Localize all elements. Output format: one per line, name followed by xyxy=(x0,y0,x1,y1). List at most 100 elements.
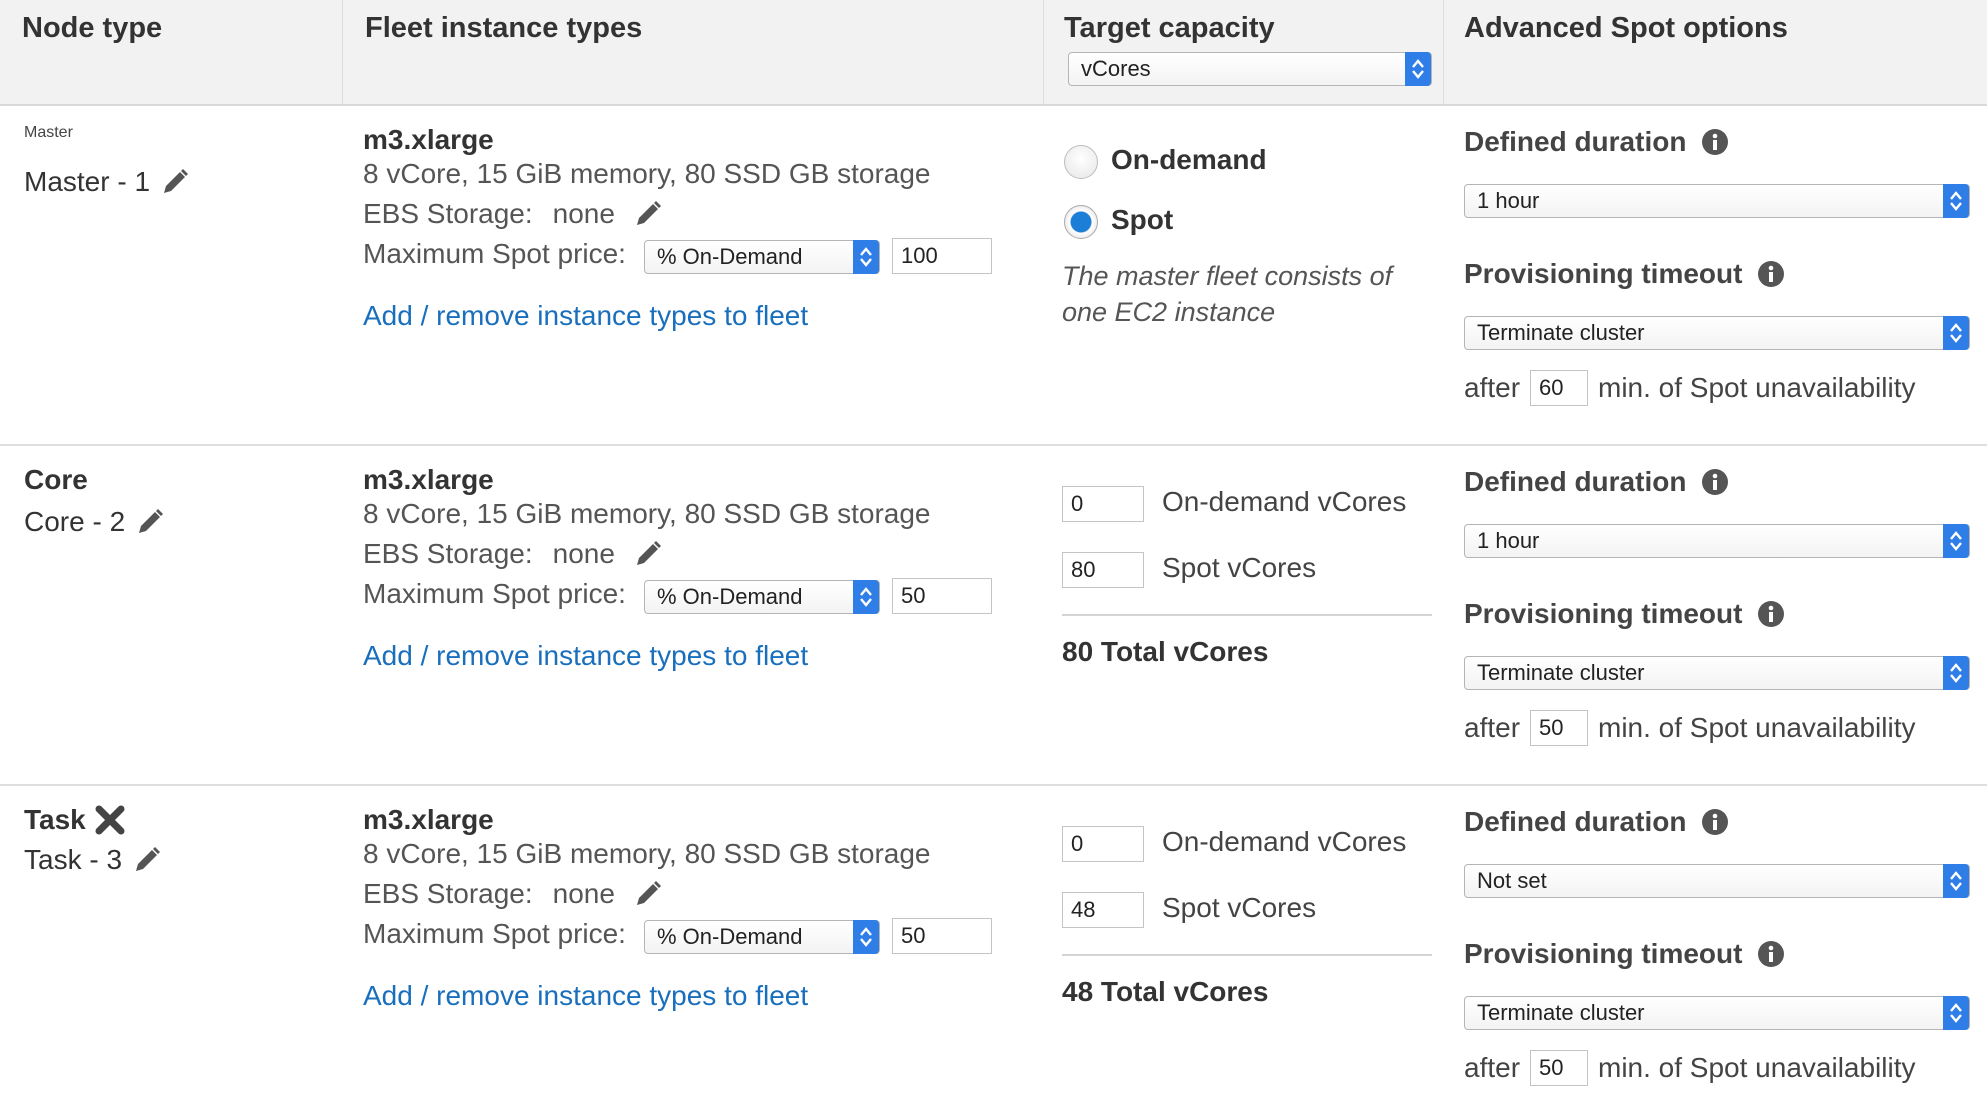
instance-specs: 8 vCore, 15 GiB memory, 80 SSD GB storag… xyxy=(363,158,931,189)
defined-duration-label: Defined duration xyxy=(1464,466,1687,497)
spot-price-mode-value: % On-Demand xyxy=(657,244,803,269)
spot-price-input[interactable]: 100 xyxy=(892,238,992,274)
after-minutes-input[interactable]: 50 xyxy=(1530,1050,1588,1086)
spot-price-mode-select[interactable]: % On-Demand xyxy=(644,240,880,274)
info-icon[interactable] xyxy=(1758,261,1785,287)
node-title: Task xyxy=(24,804,126,836)
header-advanced-spot-label: Advanced Spot options xyxy=(1464,12,1788,44)
node-subtitle: Task - 3 xyxy=(24,844,162,876)
on-demand-vcores-label: On-demand vCores xyxy=(1162,826,1407,857)
after-minutes-input[interactable]: 50 xyxy=(1530,710,1588,746)
ebs-value: none xyxy=(552,198,615,229)
ebs-storage: EBS Storage: none xyxy=(363,538,663,570)
spot-vcores-label: Spot vCores xyxy=(1162,892,1317,923)
on-demand-vcores-input[interactable]: 0 xyxy=(1062,826,1144,862)
timeout-action-value: Terminate cluster xyxy=(1477,660,1645,685)
timeout-action-value: Terminate cluster xyxy=(1477,1000,1645,1025)
spot-price-mode-value: % On-Demand xyxy=(657,584,803,609)
ebs-value: none xyxy=(552,878,615,909)
max-spot-price-label: Maximum Spot price: xyxy=(363,578,626,609)
add-remove-instance-types-link[interactable]: Add / remove instance types to fleet xyxy=(363,300,808,332)
pencil-icon[interactable] xyxy=(135,507,165,537)
header-fleet-instance-types: Fleet instance types xyxy=(343,0,1044,104)
info-icon[interactable] xyxy=(1758,601,1785,627)
defined-duration-value: Not set xyxy=(1477,868,1547,893)
table-row-master: Master Master - 1 m3.xlarge 8 vCore, 15 … xyxy=(0,106,1987,444)
spot-price-input[interactable]: 50 xyxy=(892,918,992,954)
add-remove-instance-types-link[interactable]: Add / remove instance types to fleet xyxy=(363,640,808,672)
chevron-up-down-icon xyxy=(1943,864,1969,898)
defined-duration-value: 1 hour xyxy=(1477,188,1540,213)
provisioning-timeout-label: Provisioning timeout xyxy=(1464,258,1743,289)
on-demand-vcores-label: On-demand vCores xyxy=(1162,486,1407,517)
on-demand-vcores-input[interactable]: 0 xyxy=(1062,486,1144,522)
on-demand-radio[interactable] xyxy=(1064,145,1098,179)
pencil-icon[interactable] xyxy=(132,845,162,875)
info-icon[interactable] xyxy=(1758,941,1785,967)
timeout-action-select[interactable]: Terminate cluster xyxy=(1464,316,1970,350)
remove-icon[interactable] xyxy=(94,804,126,836)
timeout-action-value: Terminate cluster xyxy=(1477,320,1645,345)
defined-duration-select[interactable]: 1 hour xyxy=(1464,184,1970,218)
add-remove-instance-types-link[interactable]: Add / remove instance types to fleet xyxy=(363,980,808,1012)
defined-duration-label: Defined duration xyxy=(1464,126,1687,157)
ebs-label: EBS Storage: xyxy=(363,198,533,229)
node-name: Task - 3 xyxy=(24,844,123,875)
ebs-label: EBS Storage: xyxy=(363,538,533,569)
provisioning-timeout-title: Provisioning timeout xyxy=(1464,258,1785,290)
table-row-core: Core Core - 2 m3.xlarge 8 vCore, 15 GiB … xyxy=(0,444,1987,784)
chevron-up-down-icon xyxy=(1943,184,1969,218)
info-icon[interactable] xyxy=(1702,129,1729,155)
spot-price-mode-select[interactable]: % On-Demand xyxy=(644,920,880,954)
divider xyxy=(1062,954,1432,956)
ebs-storage: EBS Storage: none xyxy=(363,198,663,230)
node-subtitle: Core - 2 xyxy=(24,506,165,538)
total-vcores: 48 Total vCores xyxy=(1062,976,1269,1007)
info-icon[interactable] xyxy=(1702,469,1729,495)
pencil-icon[interactable] xyxy=(633,879,663,909)
defined-duration-select[interactable]: 1 hour xyxy=(1464,524,1970,558)
node-title: Core xyxy=(24,464,88,495)
pencil-icon[interactable] xyxy=(633,199,663,229)
node-title-label: Task xyxy=(24,804,86,835)
defined-duration-title: Defined duration xyxy=(1464,466,1729,498)
on-demand-label: On-demand xyxy=(1111,144,1267,175)
table-header: Node type Fleet instance types Target ca… xyxy=(0,0,1987,106)
after-label: after xyxy=(1464,712,1521,743)
ebs-label: EBS Storage: xyxy=(363,878,533,909)
spot-price-mode-select[interactable]: % On-Demand xyxy=(644,580,880,614)
target-capacity-select[interactable]: vCores xyxy=(1068,52,1432,86)
header-node-type-label: Node type xyxy=(22,12,163,44)
target-capacity-select-value: vCores xyxy=(1081,56,1151,81)
defined-duration-label: Defined duration xyxy=(1464,806,1687,837)
instance-specs: 8 vCore, 15 GiB memory, 80 SSD GB storag… xyxy=(363,498,931,529)
after-label: after xyxy=(1464,1052,1521,1083)
after-minutes-input[interactable]: 60 xyxy=(1530,370,1588,406)
chevron-up-down-icon xyxy=(1943,656,1969,690)
pencil-icon[interactable] xyxy=(633,539,663,569)
defined-duration-value: 1 hour xyxy=(1477,528,1540,553)
pencil-icon[interactable] xyxy=(160,167,190,197)
spot-vcores-input[interactable]: 48 xyxy=(1062,892,1144,928)
node-name: Core - 2 xyxy=(24,506,126,537)
instance-type-name: m3.xlarge xyxy=(363,124,494,155)
spot-radio[interactable] xyxy=(1064,205,1098,239)
timeout-action-select[interactable]: Terminate cluster xyxy=(1464,656,1970,690)
node-subtitle: Master - 1 xyxy=(24,166,190,198)
header-fleet-label: Fleet instance types xyxy=(365,12,643,44)
instance-type-name: m3.xlarge xyxy=(363,804,494,835)
min-unavailability-label: min. of Spot unavailability xyxy=(1598,712,1916,743)
info-icon[interactable] xyxy=(1702,809,1729,835)
timeout-action-select[interactable]: Terminate cluster xyxy=(1464,996,1970,1030)
node-title: Master xyxy=(24,124,73,141)
provisioning-timeout-label: Provisioning timeout xyxy=(1464,598,1743,629)
provisioning-timeout-title: Provisioning timeout xyxy=(1464,598,1785,630)
spot-price-input[interactable]: 50 xyxy=(892,578,992,614)
defined-duration-title: Defined duration xyxy=(1464,126,1729,158)
header-advanced-spot: Advanced Spot options xyxy=(1444,0,1987,104)
divider xyxy=(1062,614,1432,616)
defined-duration-select[interactable]: Not set xyxy=(1464,864,1970,898)
spot-vcores-input[interactable]: 80 xyxy=(1062,552,1144,588)
ebs-storage: EBS Storage: none xyxy=(363,878,663,910)
node-name: Master - 1 xyxy=(24,166,151,197)
